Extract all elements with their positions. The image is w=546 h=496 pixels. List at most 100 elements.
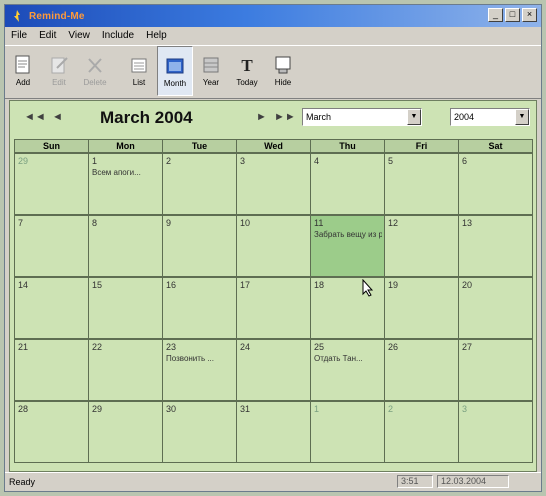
day-cell[interactable]: 16	[162, 277, 237, 339]
close-button[interactable]: ×	[522, 8, 537, 22]
weekday-fri: Fri	[384, 139, 459, 153]
prev-month-button[interactable]: ◄	[52, 111, 63, 123]
next-year-button[interactable]: ►►	[274, 111, 296, 123]
day-number: 31	[240, 404, 251, 414]
day-number: 5	[388, 156, 394, 166]
next-month-button[interactable]: ►	[256, 111, 267, 123]
status-time: 3:51	[397, 475, 433, 488]
day-cell[interactable]: 28	[14, 401, 89, 463]
day-cell[interactable]: 3	[236, 153, 311, 215]
day-cell[interactable]: 4	[310, 153, 385, 215]
toolbar-separator	[113, 46, 121, 96]
today-label: Today	[236, 78, 258, 87]
day-cell[interactable]: 31	[236, 401, 311, 463]
add-icon	[11, 52, 35, 78]
calendar-view: ◄◄ ◄ March 2004 ► ►► March ▼ 2004 ▼ Sun …	[9, 100, 537, 472]
day-cell[interactable]: 1	[310, 401, 385, 463]
month-grid: Sun Mon Tue Wed Thu Fri Sat 29 1 Всем апог…	[14, 139, 533, 467]
reminder-text: Забрать вещу из ремонта	[314, 230, 382, 239]
month-button[interactable]: Month	[157, 46, 193, 96]
day-number: 6	[462, 156, 468, 166]
day-cell[interactable]: 10	[236, 215, 311, 277]
day-number: 29	[18, 156, 29, 166]
day-cell[interactable]: 11 Забрать вещу из ремонта	[310, 215, 385, 277]
reminder-text: Позвонить ...	[166, 354, 214, 363]
day-cell[interactable]: 1 Всем апоги...	[88, 153, 163, 215]
day-cell[interactable]: 7	[14, 215, 89, 277]
day-cell[interactable]: 24	[236, 339, 311, 401]
day-cell[interactable]: 17	[236, 277, 311, 339]
day-cell[interactable]: 2	[384, 401, 459, 463]
day-cell[interactable]: 2	[162, 153, 237, 215]
day-cell[interactable]: 21	[14, 339, 89, 401]
day-cell[interactable]: 13	[458, 215, 533, 277]
day-cell[interactable]: 14	[14, 277, 89, 339]
today-icon: T	[235, 52, 259, 78]
day-number: 17	[240, 280, 251, 290]
hide-icon	[271, 52, 295, 78]
day-number: 20	[462, 280, 473, 290]
day-cell[interactable]: 26	[384, 339, 459, 401]
delete-button[interactable]: Delete	[77, 46, 113, 96]
day-cell[interactable]: 6	[458, 153, 533, 215]
weekday-wed: Wed	[236, 139, 311, 153]
day-number: 4	[314, 156, 320, 166]
minimize-button[interactable]: _	[488, 8, 503, 22]
week-row: 29 1 Всем апоги... 2 3 4 5 6	[14, 152, 533, 215]
day-cell[interactable]: 30	[162, 401, 237, 463]
day-number: 8	[92, 218, 98, 228]
edit-button[interactable]: Edit	[41, 46, 77, 96]
month-dropdown-icon[interactable]: ▼	[407, 109, 421, 125]
add-button[interactable]: Add	[5, 46, 41, 96]
day-cell[interactable]: 29	[88, 401, 163, 463]
day-cell[interactable]: 9	[162, 215, 237, 277]
day-number: 29	[92, 404, 103, 414]
day-cell[interactable]: 29	[14, 153, 89, 215]
day-cell[interactable]: 5	[384, 153, 459, 215]
hide-label: Hide	[274, 78, 292, 87]
day-cell[interactable]: 15	[88, 277, 163, 339]
menu-include[interactable]: Include	[102, 30, 134, 41]
maximize-button[interactable]: □	[505, 8, 520, 22]
year-dropdown-icon[interactable]: ▼	[515, 109, 529, 125]
title-bar[interactable]: Remind-Me _ □ ×	[5, 5, 541, 27]
year-label: Year	[202, 78, 220, 87]
list-button[interactable]: List	[121, 46, 157, 96]
day-cell[interactable]: 20	[458, 277, 533, 339]
day-number: 12	[388, 218, 399, 228]
status-text: Ready	[9, 477, 36, 487]
day-number: 3	[462, 404, 468, 414]
menu-file[interactable]: File	[11, 30, 27, 41]
today-button[interactable]: T Today	[229, 46, 265, 96]
add-label: Add	[15, 78, 31, 87]
day-cell[interactable]: 27	[458, 339, 533, 401]
menu-edit[interactable]: Edit	[39, 30, 56, 41]
day-cell[interactable]: 19	[384, 277, 459, 339]
day-cell[interactable]: 22	[88, 339, 163, 401]
day-number: 23	[166, 342, 177, 352]
day-number: 24	[240, 342, 251, 352]
window-title: Remind-Me	[29, 10, 85, 22]
day-number: 13	[462, 218, 473, 228]
day-number: 25	[314, 342, 325, 352]
month-select[interactable]: March ▼	[302, 108, 422, 126]
menu-help[interactable]: Help	[146, 30, 167, 41]
year-icon	[199, 52, 223, 78]
day-cell[interactable]: 25 Отдать Тан...	[310, 339, 385, 401]
day-number: 2	[166, 156, 172, 166]
day-cell[interactable]: 23 Позвонить ...	[162, 339, 237, 401]
prev-year-button[interactable]: ◄◄	[24, 111, 46, 123]
year-button[interactable]: Year	[193, 46, 229, 96]
day-cell[interactable]: 3	[458, 401, 533, 463]
delete-icon	[83, 52, 107, 78]
list-label: List	[132, 78, 146, 87]
year-select[interactable]: 2004 ▼	[450, 108, 530, 126]
day-number: 3	[240, 156, 246, 166]
day-cell[interactable]: 8	[88, 215, 163, 277]
edit-label: Edit	[52, 78, 66, 87]
day-cell[interactable]: 12	[384, 215, 459, 277]
app-window: Remind-Me _ □ × File Edit View Include H…	[4, 4, 542, 492]
week-row: 7 8 9 10 11 Забрать вещу из ремонта 12 13	[14, 214, 533, 277]
menu-view[interactable]: View	[68, 30, 90, 41]
hide-button[interactable]: Hide	[265, 46, 301, 96]
